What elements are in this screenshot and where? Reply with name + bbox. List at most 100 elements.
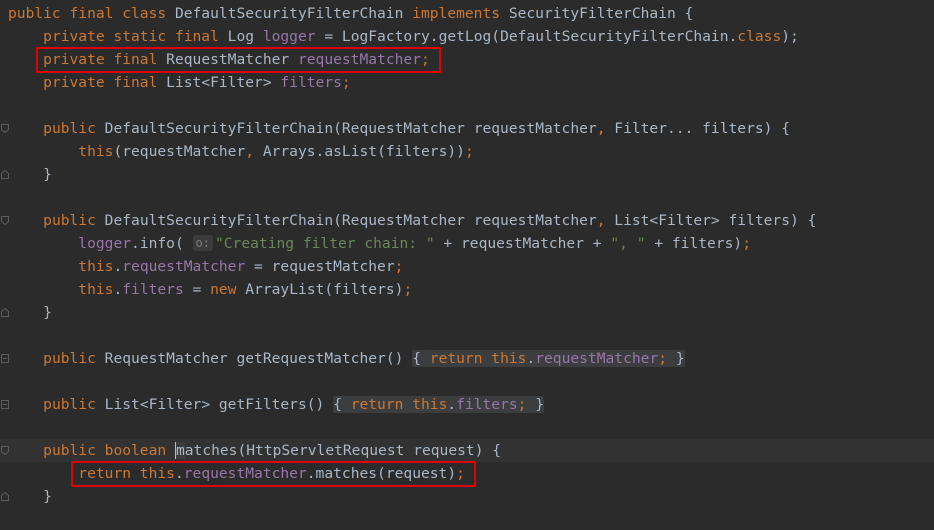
- code-token: RequestMatcher: [166, 50, 298, 68]
- code-token: + requestMatcher +: [434, 234, 611, 252]
- code-line[interactable]: public final class DefaultSecurityFilter…: [0, 2, 934, 25]
- keyword-token: ,: [596, 211, 615, 229]
- field-token: logger: [78, 234, 132, 252]
- code-line-text: logger.info( o: "Creating filter chain: "…: [8, 232, 751, 255]
- code-token: }: [8, 165, 52, 183]
- code-token: .: [174, 464, 184, 482]
- code-line[interactable]: private final List<Filter> filters;: [0, 71, 934, 94]
- code-line-text: this(requestMatcher, Arrays.asList(filte…: [8, 140, 473, 163]
- fold-end-icon[interactable]: [0, 163, 10, 186]
- code-line-text: }: [8, 163, 52, 186]
- code-token: (DefaultSecurityFilterChain.: [491, 27, 738, 45]
- code-token: DefaultSecurityFilterChain(RequestMatche…: [104, 211, 597, 229]
- code-line-text: }: [8, 485, 52, 508]
- folded-block-close[interactable]: }: [535, 395, 545, 413]
- keyword-token: private final: [43, 50, 167, 68]
- fold-toggle-icon[interactable]: [0, 347, 10, 370]
- folded-block-open[interactable]: {: [412, 349, 430, 367]
- code-line[interactable]: [0, 186, 934, 209]
- code-editor[interactable]: public final class DefaultSecurityFilter…: [0, 0, 934, 530]
- code-token: }: [8, 303, 52, 321]
- code-line[interactable]: this.filters = new ArrayList(filters);: [0, 278, 934, 301]
- fold-toggle-icon[interactable]: [0, 393, 10, 416]
- code-token: .: [526, 349, 536, 367]
- keyword-token: class: [737, 27, 782, 45]
- folded-block-open[interactable]: {: [333, 395, 351, 413]
- code-token: asList: [324, 142, 378, 160]
- keyword-token: public: [43, 349, 105, 367]
- code-line[interactable]: [0, 416, 934, 439]
- code-token: getLog: [438, 27, 492, 45]
- code-line[interactable]: private final RequestMatcher requestMatc…: [0, 48, 934, 71]
- field-token: requestMatcher: [183, 464, 307, 482]
- field-token: requestMatcher: [297, 50, 421, 68]
- fold-start-icon[interactable]: [0, 439, 10, 462]
- code-line[interactable]: return this.requestMatcher.matches(reque…: [0, 462, 934, 485]
- field-token: filters: [456, 395, 518, 413]
- keyword-token: public boolean: [43, 441, 175, 459]
- code-line[interactable]: public DefaultSecurityFilterChain(Reques…: [0, 209, 934, 232]
- code-line[interactable]: logger.info( o: "Creating filter chain: "…: [0, 232, 934, 255]
- code-token: =: [183, 280, 211, 298]
- keyword-token: ;: [403, 280, 413, 298]
- fold-end-icon[interactable]: [0, 485, 10, 508]
- code-line[interactable]: public boolean matches(HttpServletReques…: [0, 438, 934, 462]
- code-line[interactable]: }: [0, 301, 934, 324]
- field-token: filters: [280, 73, 342, 91]
- code-token: Arrays.: [262, 142, 325, 160]
- keyword-token: return this: [429, 349, 527, 367]
- code-line[interactable]: [0, 324, 934, 347]
- keyword-token: this: [78, 280, 114, 298]
- code-line-text: public DefaultSecurityFilterChain(Reques…: [8, 209, 816, 232]
- keyword-token: ,: [596, 119, 615, 137]
- code-token: = LogFactory.: [315, 27, 439, 45]
- code-token: .: [113, 280, 123, 298]
- code-line[interactable]: public DefaultSecurityFilterChain(Reques…: [0, 117, 934, 140]
- keyword-token: ;: [517, 395, 536, 413]
- code-token: Log: [227, 27, 263, 45]
- keyword-token: return this: [350, 395, 448, 413]
- code-line[interactable]: [0, 94, 934, 117]
- code-token: DefaultSecurityFilterChain(RequestMatche…: [104, 119, 597, 137]
- code-line[interactable]: }: [0, 163, 934, 186]
- code-line[interactable]: private static final Log logger = LogFac…: [0, 25, 934, 48]
- code-line[interactable]: }: [0, 485, 934, 508]
- code-line[interactable]: this.requestMatcher = requestMatcher;: [0, 255, 934, 278]
- keyword-token: implements: [412, 4, 509, 22]
- code-line-text: public boolean matches(HttpServletReques…: [8, 439, 501, 462]
- code-line-text: public List<Filter> getFilters() { retur…: [8, 393, 545, 416]
- code-line[interactable]: public List<Filter> getFilters() { retur…: [0, 393, 934, 416]
- keyword-token: ,: [245, 142, 263, 160]
- code-line[interactable]: this(requestMatcher, Arrays.asList(filte…: [0, 140, 934, 163]
- keyword-token: ;: [742, 234, 751, 252]
- code-token: ArrayList(filters): [245, 280, 404, 298]
- folded-block-close[interactable]: }: [675, 349, 685, 367]
- code-token: (filters)): [377, 142, 465, 160]
- code-line-text: private final List<Filter> filters;: [8, 71, 351, 94]
- code-token: .: [113, 257, 123, 275]
- code-line[interactable]: public RequestMatcher getRequestMatcher(…: [0, 347, 934, 370]
- code-token: .info(: [131, 234, 193, 252]
- string-token: "Creating filter chain: ": [214, 234, 435, 252]
- keyword-token: ;: [658, 349, 676, 367]
- keyword-token: ;: [394, 257, 404, 275]
- code-line[interactable]: [0, 370, 934, 393]
- keyword-token: this: [78, 142, 114, 160]
- code-token: SecurityFilterChain {: [508, 4, 694, 22]
- string-token: ", ": [610, 234, 646, 252]
- field-token: requestMatcher: [122, 257, 246, 275]
- code-line-text: private static final Log logger = LogFac…: [8, 25, 799, 48]
- keyword-token: public: [43, 211, 105, 229]
- fold-start-icon[interactable]: [0, 117, 10, 140]
- code-line-text: this.requestMatcher = requestMatcher;: [8, 255, 403, 278]
- fold-start-icon[interactable]: [0, 209, 10, 232]
- code-token: (requestMatcher: [113, 142, 246, 160]
- fold-end-icon[interactable]: [0, 301, 10, 324]
